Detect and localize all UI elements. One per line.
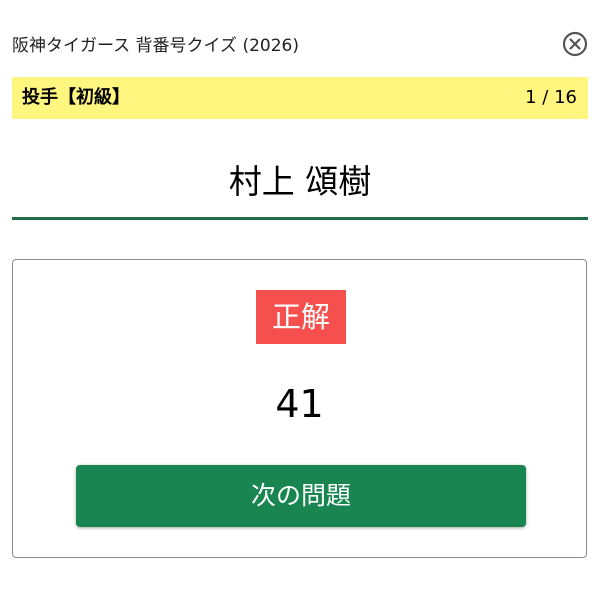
player-name: 村上 頌樹 bbox=[228, 162, 372, 201]
answer-number: 41 bbox=[275, 382, 324, 426]
app-header: 阪神タイガース 背番号クイズ (2026) bbox=[12, 28, 588, 64]
app-title: 阪神タイガース 背番号クイズ (2026) bbox=[12, 36, 299, 56]
category-label: 投手【初級】 bbox=[22, 87, 130, 108]
close-circle-icon bbox=[562, 31, 588, 57]
correct-badge: 正解 bbox=[256, 290, 346, 344]
question-progress: 1 / 16 bbox=[525, 87, 577, 108]
result-card: 正解 41 次の問題 bbox=[12, 259, 587, 558]
close-button[interactable] bbox=[562, 31, 588, 57]
next-question-button[interactable]: 次の問題 bbox=[76, 465, 526, 527]
category-bar: 投手【初級】 1 / 16 bbox=[12, 77, 588, 119]
name-underline bbox=[12, 217, 588, 220]
